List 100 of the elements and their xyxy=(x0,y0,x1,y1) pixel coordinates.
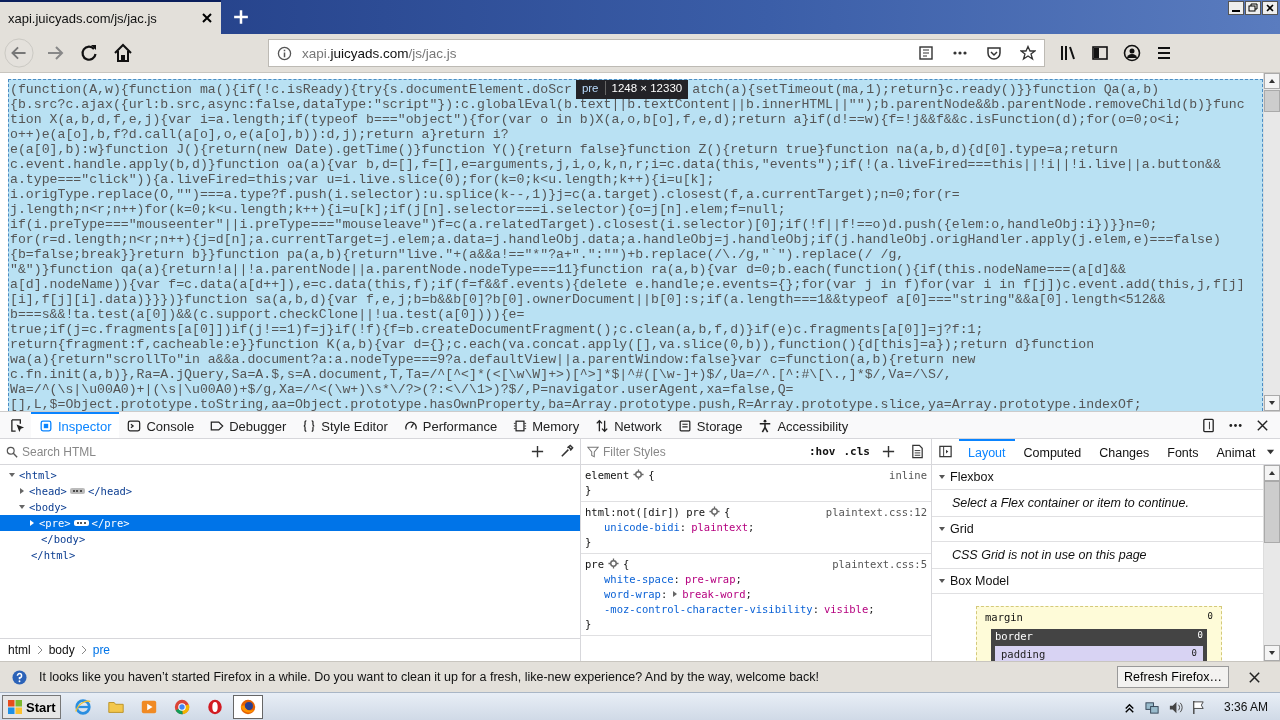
sidebar-tab[interactable]: Animat xyxy=(1207,439,1265,464)
ellipsis-icon[interactable] xyxy=(73,520,89,526)
section-title[interactable]: Box Model xyxy=(950,574,1010,588)
expand-icon[interactable] xyxy=(18,503,26,511)
ellipsis-icon[interactable] xyxy=(69,488,85,494)
gear-icon[interactable] xyxy=(607,558,619,569)
code-line: {b.src?c.ajax({url:b.src,async:false,dataType:"script"}):c.globalEval(b.text||b.textContent||b.innerHTML||"");b.parentNode&&b.parentNode.removeChild(b)}func xyxy=(10,97,1246,112)
volume-icon[interactable] xyxy=(1167,699,1183,715)
css-value[interactable]: visible; xyxy=(823,602,875,615)
globe-icon xyxy=(73,698,92,716)
pocket-icon[interactable] xyxy=(986,45,1002,61)
css-property[interactable]: unicode-bidi: xyxy=(604,520,687,533)
start-button[interactable]: Start xyxy=(2,695,61,719)
scrollbar-thumb[interactable] xyxy=(1264,90,1280,112)
gear-icon[interactable] xyxy=(633,469,645,480)
css-property[interactable]: word-wrap: xyxy=(604,587,668,600)
devtools-tab[interactable]: Storage xyxy=(669,412,751,438)
scroll-up-icon[interactable] xyxy=(1268,77,1276,85)
code-line: o++)e(a[o],b,f?d.call(a[o],o,e(a[o],b)):d,j);return a}return i? xyxy=(10,127,510,142)
rule-source-link[interactable]: plaintext.css:12 xyxy=(825,505,927,518)
markup-row[interactable]: <html> xyxy=(0,467,580,483)
devtools-tab[interactable]: Performance xyxy=(395,412,506,438)
bookmark-star-icon[interactable] xyxy=(1020,45,1036,61)
scroll-up-icon[interactable] xyxy=(1268,469,1276,477)
toggle-pane-icon[interactable] xyxy=(938,444,953,459)
reload-icon[interactable] xyxy=(79,43,99,63)
breadcrumb[interactable]: pre xyxy=(92,643,111,657)
markup-row[interactable]: <pre> </pre> xyxy=(0,515,580,531)
box-value[interactable]: 0 xyxy=(1207,611,1213,625)
devtools-tab[interactable]: Accessibility xyxy=(750,412,857,438)
expand-icon[interactable] xyxy=(18,487,26,495)
scrollbar[interactable] xyxy=(1263,465,1280,661)
scroll-down-icon[interactable] xyxy=(1268,649,1276,657)
css-value[interactable]: plaintext; xyxy=(691,520,755,533)
back-icon[interactable] xyxy=(4,38,34,68)
minimize-icon[interactable] xyxy=(1228,1,1244,15)
css-property[interactable]: white-space: xyxy=(604,572,680,585)
account-icon[interactable] xyxy=(1123,44,1141,62)
breadcrumb[interactable]: body xyxy=(48,643,75,657)
css-value[interactable]: pre-wrap; xyxy=(684,572,742,585)
taskbar-button[interactable] xyxy=(232,695,263,719)
info-icon[interactable] xyxy=(277,45,292,61)
markup-row[interactable]: <head> </head> xyxy=(0,483,580,499)
rule-source-link[interactable]: inline xyxy=(889,468,927,481)
scrollbar-thumb[interactable] xyxy=(1264,481,1280,543)
rule-source-link[interactable]: plaintext.css:5 xyxy=(832,557,927,570)
breadcrumb[interactable]: html xyxy=(8,643,31,657)
sidebar-tab[interactable]: Layout xyxy=(959,439,1015,464)
close-icon[interactable] xyxy=(1247,669,1262,685)
scroll-down-icon[interactable] xyxy=(1268,399,1276,407)
open-brace: { xyxy=(724,505,731,518)
expand-icon[interactable] xyxy=(28,519,36,527)
restore-icon[interactable] xyxy=(1245,1,1261,15)
classes-toggle[interactable]: .cls xyxy=(843,445,870,458)
print-media-icon[interactable] xyxy=(910,444,925,459)
eyedropper-icon[interactable] xyxy=(559,444,574,459)
filter-field[interactable]: Filter Styles xyxy=(601,443,804,460)
css-property[interactable]: -moz-control-character-visibility: xyxy=(604,602,819,615)
markup-row[interactable]: <body> xyxy=(0,499,580,515)
close-window-icon[interactable] xyxy=(1262,1,1278,15)
gear-icon[interactable] xyxy=(709,506,721,517)
element-picker-icon[interactable] xyxy=(10,417,25,433)
hover-states-toggle[interactable]: :hov xyxy=(809,445,836,458)
expand-icon[interactable] xyxy=(938,473,946,481)
library-icon[interactable] xyxy=(1059,44,1077,62)
reader-view-icon[interactable] xyxy=(918,45,934,61)
dropdown-icon[interactable] xyxy=(1266,447,1276,456)
devtools-tab[interactable]: Console xyxy=(119,412,203,438)
sidebar-tab[interactable]: Changes xyxy=(1090,439,1159,464)
scrollbar[interactable] xyxy=(1263,73,1280,411)
clock[interactable]: 3:36 AM xyxy=(1223,700,1268,714)
browser-tab[interactable]: xapi.juicyads.com/js/jac.js xyxy=(0,0,221,34)
address-bar[interactable]: xapi.juicyads.com/js/jac.js xyxy=(268,39,1045,67)
box-value[interactable]: 0 xyxy=(1197,630,1203,644)
section-title[interactable]: Grid xyxy=(950,522,974,536)
add-node-icon[interactable] xyxy=(530,444,545,459)
devtools-tab[interactable]: Style Editor xyxy=(294,412,396,438)
add-rule-icon[interactable] xyxy=(881,444,896,459)
network-icon[interactable] xyxy=(1144,699,1160,715)
responsive-mode-icon[interactable] xyxy=(1201,417,1216,433)
new-tab-icon[interactable] xyxy=(233,9,249,25)
sidebar-tab[interactable]: Computed xyxy=(1014,439,1091,464)
search-field[interactable]: Search HTML xyxy=(20,443,522,460)
sidebar-tab[interactable]: Fonts xyxy=(1158,439,1208,464)
css-value[interactable]: break-word; xyxy=(682,587,752,600)
box-value[interactable]: 0 xyxy=(1191,648,1197,661)
close-icon[interactable] xyxy=(201,12,213,24)
section-title[interactable]: Flexbox xyxy=(950,470,994,484)
devtools-tab[interactable]: Memory xyxy=(505,412,588,438)
expand-icon[interactable] xyxy=(938,577,946,585)
expand-icon[interactable] xyxy=(8,471,16,479)
menu-icon[interactable] xyxy=(1155,44,1173,62)
devtools-tab[interactable]: Inspector xyxy=(31,412,120,438)
devtools-tab[interactable]: Debugger xyxy=(202,412,295,438)
devtools-tab[interactable]: Network xyxy=(587,412,670,438)
expand-icon[interactable] xyxy=(938,525,946,533)
flag-icon[interactable] xyxy=(1190,699,1206,715)
refresh-firefox-button[interactable]: Refresh Firefox… xyxy=(1117,666,1229,688)
home-icon[interactable] xyxy=(113,43,133,63)
sidebar-icon[interactable] xyxy=(1091,44,1109,62)
